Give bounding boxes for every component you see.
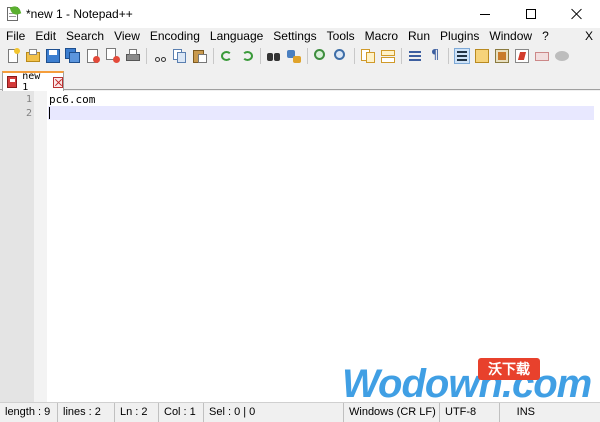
close-all-icon[interactable] [105, 47, 121, 64]
window-title: *new 1 - Notepad++ [26, 7, 133, 21]
menu-edit[interactable]: Edit [30, 28, 61, 45]
title-bar: *new 1 - Notepad++ [0, 0, 600, 28]
word-wrap-icon[interactable] [407, 48, 423, 64]
status-bar: length : 9 lines : 2 Ln : 2 Col : 1 Sel … [0, 402, 600, 422]
undo-icon[interactable] [219, 48, 235, 64]
find-icon[interactable] [266, 48, 282, 64]
open-file-icon[interactable] [25, 48, 41, 64]
status-insert-mode: INS [516, 405, 535, 418]
status-column: Col : 1 [159, 402, 204, 422]
tab-label: new 1 [22, 71, 41, 93]
text-caret [49, 107, 50, 119]
menu-tools[interactable]: Tools [322, 28, 360, 45]
cut-icon[interactable] [152, 48, 168, 64]
menu-help[interactable]: ? [537, 28, 554, 45]
function-list-icon[interactable] [494, 48, 510, 64]
save-icon[interactable] [45, 48, 61, 64]
tab-close-icon[interactable] [52, 76, 63, 88]
menu-plugins[interactable]: Plugins [435, 28, 484, 45]
menu-language[interactable]: Language [205, 28, 268, 45]
line-number-gutter: 1 2 [0, 91, 47, 402]
menu-file[interactable]: File [0, 28, 30, 45]
record-macro-icon[interactable] [514, 48, 530, 64]
close-document-button[interactable]: X [585, 28, 593, 45]
close-icon [571, 8, 583, 20]
zoom-out-icon[interactable] [333, 48, 349, 64]
play-macro-icon[interactable] [554, 48, 570, 64]
line-number: 1 [25, 94, 32, 105]
toolbar-separator [307, 47, 308, 64]
status-encoding[interactable]: UTF-8 [440, 402, 500, 422]
watermark-text: Wodown.com [342, 362, 592, 406]
menu-window[interactable]: Window [484, 28, 537, 45]
indent-guide-icon[interactable] [454, 47, 470, 64]
menu-run[interactable]: Run [403, 28, 435, 45]
maximize-icon [526, 9, 536, 19]
paste-icon[interactable] [192, 48, 208, 64]
minimize-button[interactable] [462, 0, 508, 28]
status-line-number: Ln : 2 [115, 402, 159, 422]
menu-encoding[interactable]: Encoding [145, 28, 205, 45]
status-eol[interactable]: Windows (CR LF) [344, 402, 440, 422]
status-lines: lines : 2 [58, 402, 115, 422]
copy-icon[interactable] [172, 48, 188, 64]
replace-icon[interactable] [286, 48, 302, 64]
notepad-plus-plus-icon [6, 4, 22, 22]
toolbar-separator [146, 47, 147, 64]
unsaved-file-icon [7, 76, 18, 88]
menu-settings[interactable]: Settings [268, 28, 321, 45]
menu-view[interactable]: View [109, 28, 145, 45]
sync-vertical-icon[interactable] [360, 48, 376, 64]
new-file-icon[interactable] [5, 47, 21, 64]
doc-map-icon[interactable] [474, 48, 490, 64]
minimize-icon [480, 13, 490, 15]
status-selection: Sel : 0 | 0 [204, 402, 344, 422]
stop-record-icon[interactable] [534, 48, 550, 64]
close-file-icon[interactable] [85, 48, 101, 64]
window-controls [462, 0, 600, 28]
watermark-badge: 沃下载 [478, 358, 540, 380]
toolbar-separator [401, 47, 402, 64]
tab-new-1[interactable]: new 1 [2, 71, 64, 93]
menu-bar: File Edit Search View Encoding Language … [0, 28, 600, 45]
menu-macro[interactable]: Macro [360, 28, 403, 45]
close-window-button[interactable] [554, 0, 600, 28]
menu-search[interactable]: Search [61, 28, 109, 45]
toolbar: ¶ [0, 45, 600, 66]
toolbar-separator [448, 47, 449, 64]
zoom-in-icon[interactable] [313, 48, 329, 64]
redo-icon[interactable] [239, 48, 255, 64]
status-length: length : 9 [0, 402, 58, 422]
line-number: 2 [25, 108, 32, 119]
toolbar-separator [260, 47, 261, 64]
maximize-button[interactable] [508, 0, 554, 28]
current-line-highlight [48, 106, 594, 120]
show-all-chars-icon[interactable]: ¶ [427, 48, 443, 64]
save-all-icon[interactable] [65, 47, 81, 64]
toolbar-separator [354, 47, 355, 64]
toolbar-separator [213, 47, 214, 64]
sync-horizontal-icon[interactable] [380, 48, 396, 64]
fold-margin[interactable] [34, 91, 47, 402]
tab-bar: new 1 [0, 66, 600, 93]
code-line[interactable]: pc6.com [49, 93, 95, 106]
print-icon[interactable] [125, 48, 141, 64]
